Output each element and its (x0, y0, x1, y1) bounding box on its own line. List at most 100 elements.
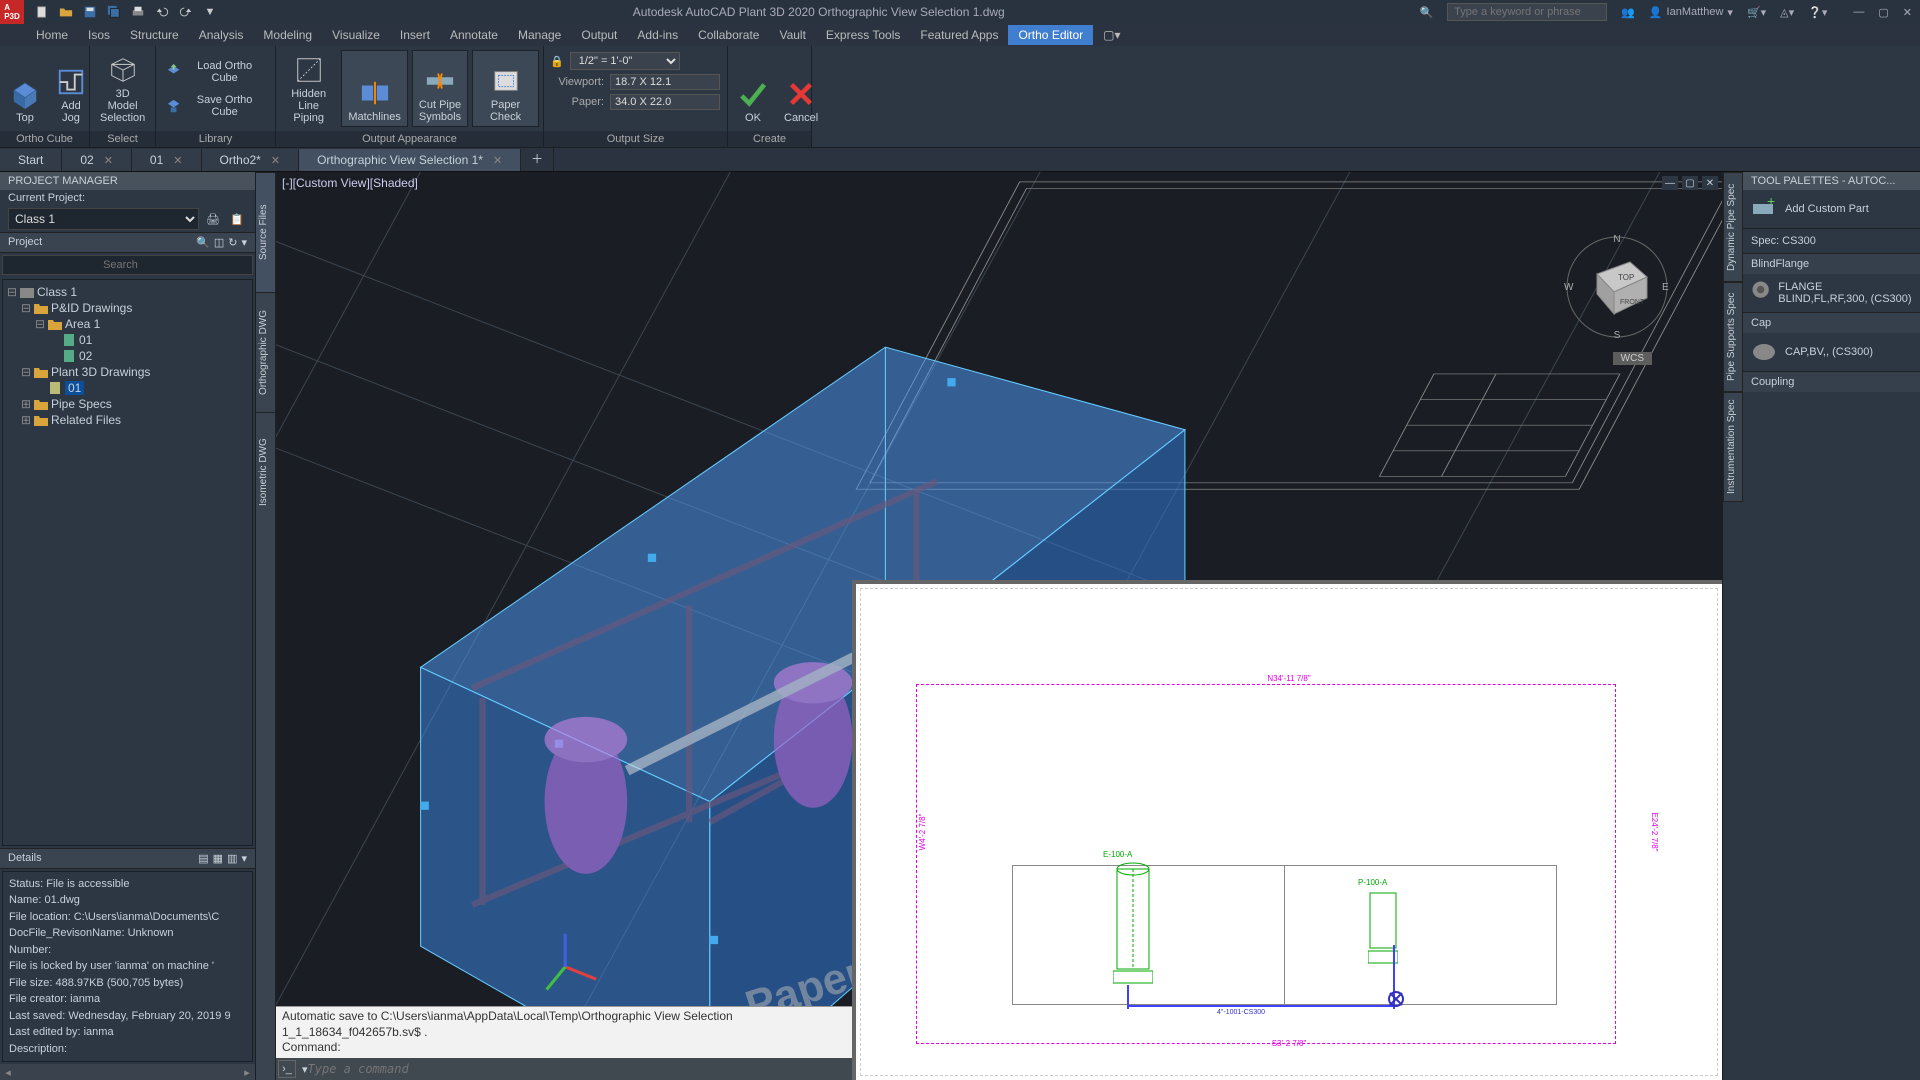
tree-file-01[interactable]: 01 (49, 332, 248, 348)
print-icon[interactable] (130, 4, 146, 20)
tab-visualize[interactable]: Visualize (322, 25, 390, 45)
save-icon[interactable] (82, 4, 98, 20)
tab-featured[interactable]: Featured Apps (910, 25, 1008, 45)
share-icon[interactable]: 👥 (1621, 6, 1635, 19)
model-selection-button[interactable]: 3D Model Selection (94, 50, 151, 127)
scroll-right-icon[interactable]: ▸ (239, 1066, 255, 1079)
tab-vault[interactable]: Vault (769, 25, 815, 45)
cut-pipe-button[interactable]: Cut Pipe Symbols (412, 50, 468, 127)
details-icon-2[interactable]: ▦ (213, 852, 223, 865)
tab-manage[interactable]: Manage (508, 25, 571, 45)
tree-file-p3d-01[interactable]: 01 (35, 380, 248, 396)
doctab-start[interactable]: Start (0, 149, 62, 171)
scroll-left-icon[interactable]: ◂ (0, 1066, 16, 1079)
ok-button[interactable]: OK (732, 50, 774, 127)
scale-select[interactable]: 1/2" = 1'-0" (570, 52, 680, 70)
top-button[interactable]: Top (4, 50, 46, 127)
tab-modeling[interactable]: Modeling (253, 25, 322, 45)
tp-tab-instrumentation[interactable]: Instrumentation Spec (1723, 392, 1743, 502)
paper-check-button[interactable]: Paper Check (472, 50, 539, 127)
tab-structure[interactable]: Structure (120, 25, 189, 45)
tab-annotate[interactable]: Annotate (440, 25, 508, 45)
details-icon-1[interactable]: ▤ (198, 852, 208, 865)
tp-tab-dynamic[interactable]: Dynamic Pipe Spec (1723, 172, 1743, 282)
tab-home[interactable]: Home (26, 25, 78, 45)
vp-close-icon[interactable]: ✕ (1702, 176, 1718, 190)
close-icon[interactable]: ✕ (1903, 6, 1912, 19)
tree-file-02[interactable]: 02 (49, 348, 248, 364)
vp-maximize-icon[interactable]: ▢ (1682, 176, 1698, 190)
paper-preview[interactable]: N34'-11 7/8" S3'-2 7/8" W4'-2 7/8" E24'-… (852, 580, 1722, 1080)
doctab-01[interactable]: 01✕ (132, 149, 202, 171)
tab-addins[interactable]: Add-ins (627, 25, 688, 45)
doctab-ortho2[interactable]: Ortho2*✕ (202, 149, 300, 171)
cmd-prompt-icon[interactable]: ›_ (278, 1060, 296, 1078)
new-doc-button[interactable]: ＋ (521, 146, 554, 171)
tab-insert[interactable]: Insert (390, 25, 440, 45)
project-print-icon[interactable]: 🖨 (203, 209, 223, 229)
tree-area[interactable]: ⊟Area 1 (35, 316, 248, 332)
doctab-ortho-selection[interactable]: Orthographic View Selection 1*✕ (299, 149, 521, 171)
cart-icon[interactable]: 🛒▾ (1747, 6, 1766, 19)
tab-overflow[interactable]: ▢▾ (1093, 25, 1130, 45)
redo-icon[interactable] (178, 4, 194, 20)
command-input[interactable] (308, 1062, 850, 1076)
tab-express[interactable]: Express Tools (816, 25, 910, 45)
help-icon[interactable]: ❔▾ (1808, 6, 1827, 19)
project-tab[interactable]: Project 🔍 ◫ ↻ ▾ (0, 232, 255, 253)
qat-dropdown-icon[interactable]: ▼ (202, 4, 218, 20)
close-tab-icon[interactable]: ✕ (493, 154, 502, 167)
minimize-icon[interactable]: — (1853, 6, 1864, 19)
hidden-line-button[interactable]: Hidden Line Piping (280, 50, 337, 127)
paper-input[interactable] (610, 94, 720, 110)
search-input[interactable] (1447, 3, 1607, 21)
autodesk-app-icon[interactable]: ◬▾ (1780, 6, 1794, 19)
filter-icon[interactable]: 🔍 (196, 236, 210, 249)
wcs-badge[interactable]: WCS (1613, 352, 1652, 365)
new-icon[interactable] (34, 4, 50, 20)
blind-flange-item[interactable]: FLANGE BLIND,FL,RF,300, (CS300) (1743, 274, 1920, 313)
view-cube[interactable]: N S E W TOP FRONT (1562, 232, 1672, 342)
source-tab-files[interactable]: Source Files (256, 172, 275, 292)
tab-collaborate[interactable]: Collaborate (688, 25, 769, 45)
details-icon-3[interactable]: ▥ (227, 852, 237, 865)
tp-tab-supports[interactable]: Pipe Supports Spec (1723, 282, 1743, 392)
details-menu-icon[interactable]: ▾ (241, 852, 247, 865)
tree-collapse-icon[interactable]: ◫ (214, 236, 224, 249)
project-tree[interactable]: ⊟Class 1 ⊟P&ID Drawings ⊟Area 1 01 02 ⊟P… (2, 279, 253, 846)
undo-icon[interactable] (154, 4, 170, 20)
tree-pipe-specs[interactable]: ⊞Pipe Specs (21, 396, 248, 412)
current-project-select[interactable]: Class 1 (8, 208, 199, 230)
viewport-label[interactable]: [-][Custom View][Shaded] (282, 176, 418, 190)
search-icon[interactable]: 🔍 (1419, 6, 1433, 19)
viewport-3d[interactable]: Paper Size: 34.0 X 22.0 Scale: 1/2" = 1'… (276, 172, 1722, 1080)
tab-output[interactable]: Output (571, 25, 627, 45)
open-icon[interactable] (58, 4, 74, 20)
close-tab-icon[interactable]: ✕ (173, 154, 182, 167)
tree-search-input[interactable] (2, 255, 253, 275)
source-tab-orthodwg[interactable]: Orthographic DWG (256, 292, 275, 412)
close-tab-icon[interactable]: ✕ (104, 154, 113, 167)
cap-item[interactable]: CAP,BV,, (CS300) (1743, 333, 1920, 372)
tab-isos[interactable]: Isos (78, 25, 120, 45)
vp-minimize-icon[interactable]: — (1662, 176, 1678, 190)
user-menu[interactable]: 👤 IanMatthew ▾ (1649, 6, 1733, 19)
saveall-icon[interactable] (106, 4, 122, 20)
app-icon[interactable]: AP3D (0, 0, 24, 24)
tree-p3d[interactable]: ⊟Plant 3D Drawings (21, 364, 248, 380)
scale-lock-icon[interactable]: 🔒 (550, 55, 564, 68)
tree-pid[interactable]: ⊟P&ID Drawings (21, 300, 248, 316)
add-custom-part[interactable]: + Add Custom Part (1743, 190, 1920, 229)
matchlines-button[interactable]: Matchlines (341, 50, 408, 127)
maximize-icon[interactable]: ▢ (1878, 6, 1888, 19)
doctab-02[interactable]: 02✕ (62, 149, 132, 171)
tab-analysis[interactable]: Analysis (189, 25, 254, 45)
panel-hscroll[interactable]: ◂ ▸ (0, 1064, 255, 1080)
load-ortho-cube-button[interactable]: Load Ortho Cube (160, 57, 271, 87)
source-tab-isodwg[interactable]: Isometric DWG (256, 412, 275, 532)
project-copy-icon[interactable]: 📋 (227, 209, 247, 229)
save-ortho-cube-button[interactable]: Save Ortho Cube (160, 91, 271, 121)
tree-menu-icon[interactable]: ▾ (241, 236, 247, 249)
close-tab-icon[interactable]: ✕ (271, 154, 280, 167)
tree-related[interactable]: ⊞Related Files (21, 412, 248, 428)
